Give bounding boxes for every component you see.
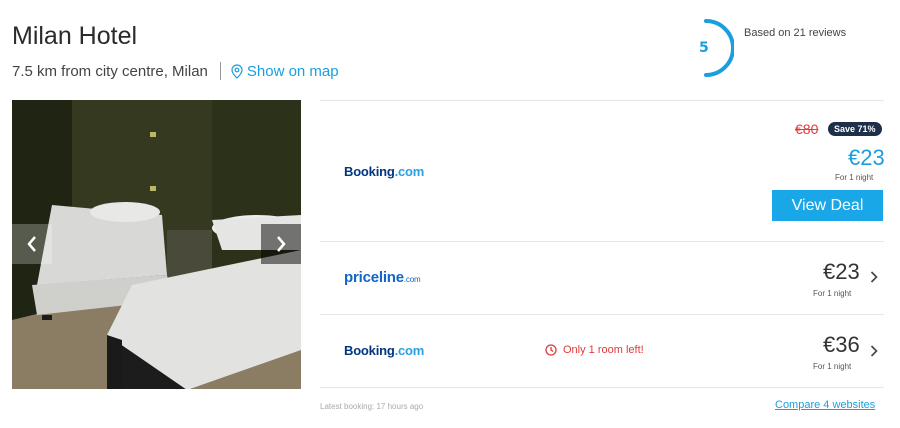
show-on-map-link[interactable]: Show on map (231, 63, 339, 80)
deal-price: €23 (848, 145, 885, 170)
deals-divider (320, 241, 884, 242)
separator (219, 62, 221, 80)
chevron-left-icon (27, 236, 36, 252)
deals-divider (320, 314, 884, 315)
deals-divider-bottom (320, 387, 884, 388)
per-night-label: For 1 night (813, 289, 852, 298)
latest-booking-text: Latest booking: 17 hours ago (320, 402, 424, 411)
urgency-notice: Only 1 room left! (545, 344, 644, 356)
provider-logo-priceline[interactable]: priceline.com (344, 269, 421, 286)
chevron-right-icon[interactable] (870, 344, 878, 362)
rating-score: 5 (699, 40, 709, 56)
map-pin-icon (231, 63, 243, 79)
original-price: €80 (795, 121, 819, 137)
chevron-right-icon[interactable] (870, 270, 878, 288)
reviews-count: Based on 21 reviews (744, 27, 847, 39)
hotel-location-line: 7.5 km from city centre, Milan Show on m… (12, 62, 339, 80)
compare-websites-link[interactable]: Compare 4 websites (775, 399, 875, 411)
chevron-right-icon (277, 236, 286, 252)
hotel-photo (12, 100, 301, 389)
gallery-prev-button[interactable] (12, 224, 52, 264)
hotel-name: Milan Hotel (12, 22, 138, 50)
deal-price[interactable]: €36 (823, 332, 860, 358)
per-night-label: For 1 night (813, 362, 852, 371)
urgency-text: Only 1 room left! (563, 344, 644, 356)
deals-divider-top (320, 100, 884, 101)
clock-icon (545, 344, 557, 356)
per-night-label: For 1 night (835, 173, 874, 182)
deal-price[interactable]: €23 (823, 259, 860, 285)
room-photo-image (12, 100, 301, 389)
save-badge: Save 71% (828, 122, 882, 136)
distance-text: 7.5 km from city centre, Milan (12, 62, 208, 80)
gallery-next-button[interactable] (261, 224, 301, 264)
provider-logo-booking[interactable]: Booking.com (344, 343, 424, 358)
show-on-map-label: Show on map (246, 62, 339, 80)
view-deal-button[interactable]: View Deal (772, 190, 883, 221)
provider-logo-booking: Booking.com (344, 164, 425, 179)
